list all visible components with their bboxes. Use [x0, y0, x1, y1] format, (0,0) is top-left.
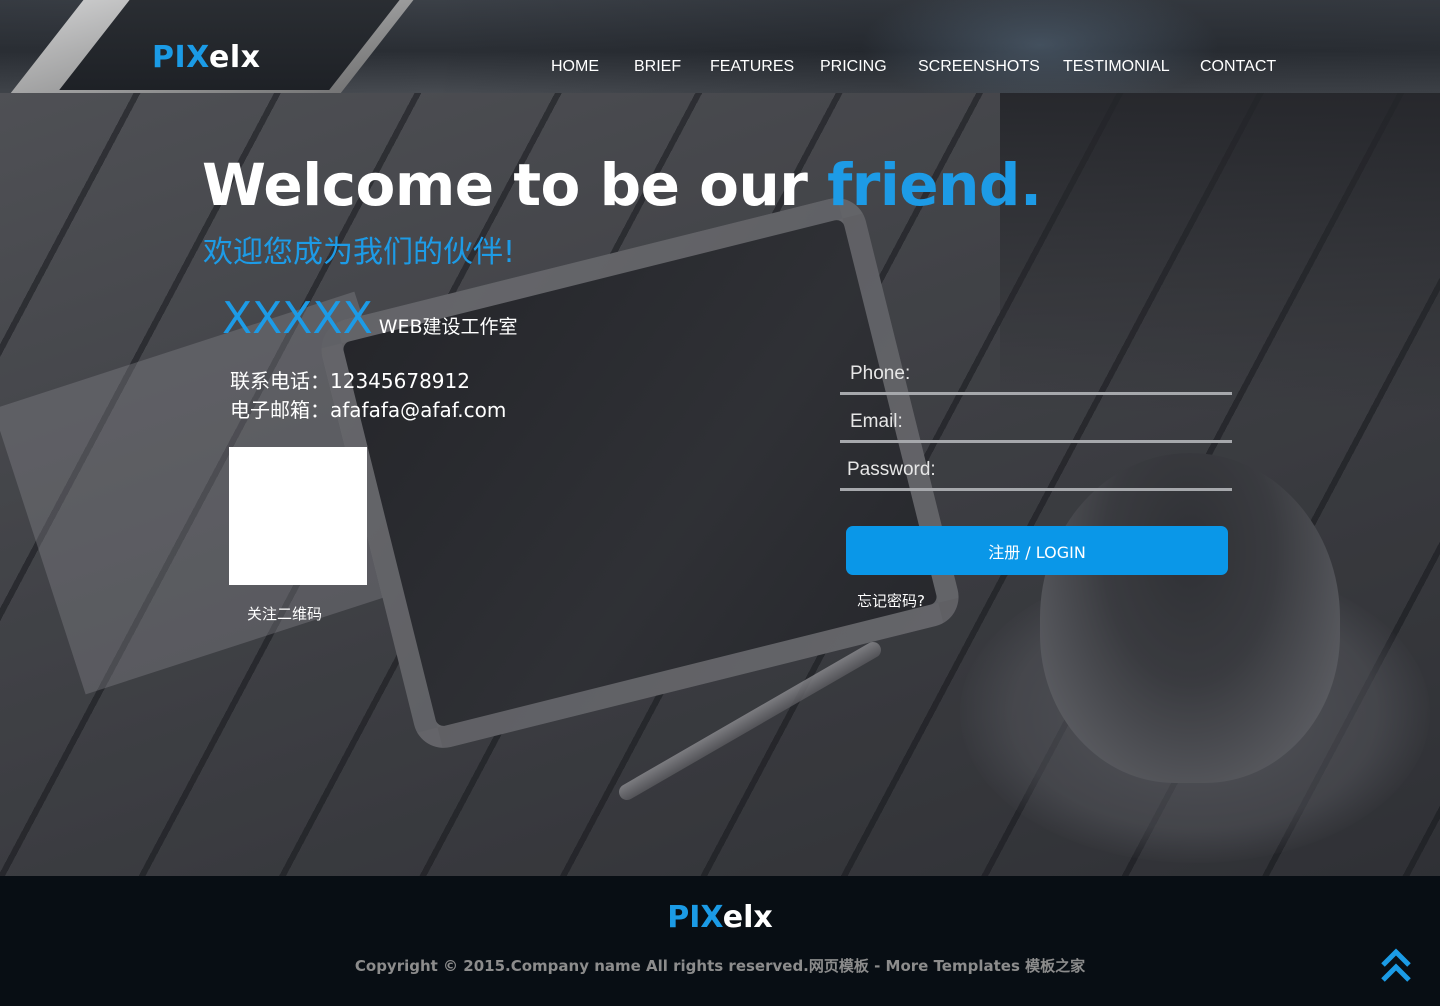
header-background-shirt — [860, 0, 1220, 93]
welcome-subheading: 欢迎您成为我们的伙伴! — [203, 235, 516, 270]
nav-brief[interactable]: BRIEF — [634, 58, 681, 76]
double-chevron-up-icon — [1381, 948, 1411, 982]
footer-logo-part-white: elx — [722, 900, 773, 935]
welcome-heading: Welcome to be our friend. — [202, 151, 1042, 219]
nav-home[interactable]: HOME — [551, 58, 599, 76]
welcome-heading-white: Welcome to be our — [202, 151, 828, 219]
studio-name: XXXXX — [222, 293, 373, 344]
nav-contact[interactable]: CONTACT — [1200, 58, 1276, 76]
nav-testimonial[interactable]: TESTIMONIAL — [1063, 58, 1170, 76]
qr-code-caption: 关注二维码 — [247, 605, 323, 623]
studio-title: XXXXX WEB建设工作室 — [222, 293, 518, 344]
footer-logo-part-blue: PIX — [667, 900, 723, 935]
nav-screenshots[interactable]: SCREENSHOTS — [918, 58, 1040, 76]
back-to-top-button[interactable] — [1380, 948, 1412, 984]
studio-type: WEB建设工作室 — [378, 316, 518, 338]
contact-email: 电子邮箱：afafafa@afaf.com — [230, 398, 507, 422]
login-button[interactable]: 注册 / LOGIN — [846, 526, 1228, 575]
forgot-password-link[interactable]: 忘记密码? — [857, 590, 925, 611]
nav-pricing[interactable]: PRICING — [820, 58, 887, 76]
email-field[interactable] — [840, 403, 1232, 440]
hero-section: Welcome to be our friend. 欢迎您成为我们的伙伴! XX… — [0, 93, 1440, 876]
contact-phone: 联系电话：12345678912 — [230, 369, 470, 393]
qr-code-image — [229, 447, 367, 585]
copyright-text: Copyright © 2015.Company name All rights… — [354, 957, 1086, 975]
main-nav: HOME BRIEF FEATURES PRICING SCREENSHOTS … — [0, 58, 1440, 78]
password-field[interactable] — [840, 451, 1232, 488]
nav-features[interactable]: FEATURES — [710, 58, 794, 76]
phone-field-wrapper — [840, 355, 1232, 395]
site-header: PIXelx HOME BRIEF FEATURES PRICING SCREE… — [0, 0, 1440, 93]
email-field-wrapper — [840, 403, 1232, 443]
welcome-heading-highlight: friend. — [827, 151, 1042, 219]
phone-field[interactable] — [840, 355, 1232, 392]
password-field-wrapper — [840, 451, 1232, 491]
site-footer: PIXelx Copyright © 2015.Company name All… — [0, 876, 1440, 1006]
footer-logo: PIXelx — [0, 900, 1440, 935]
